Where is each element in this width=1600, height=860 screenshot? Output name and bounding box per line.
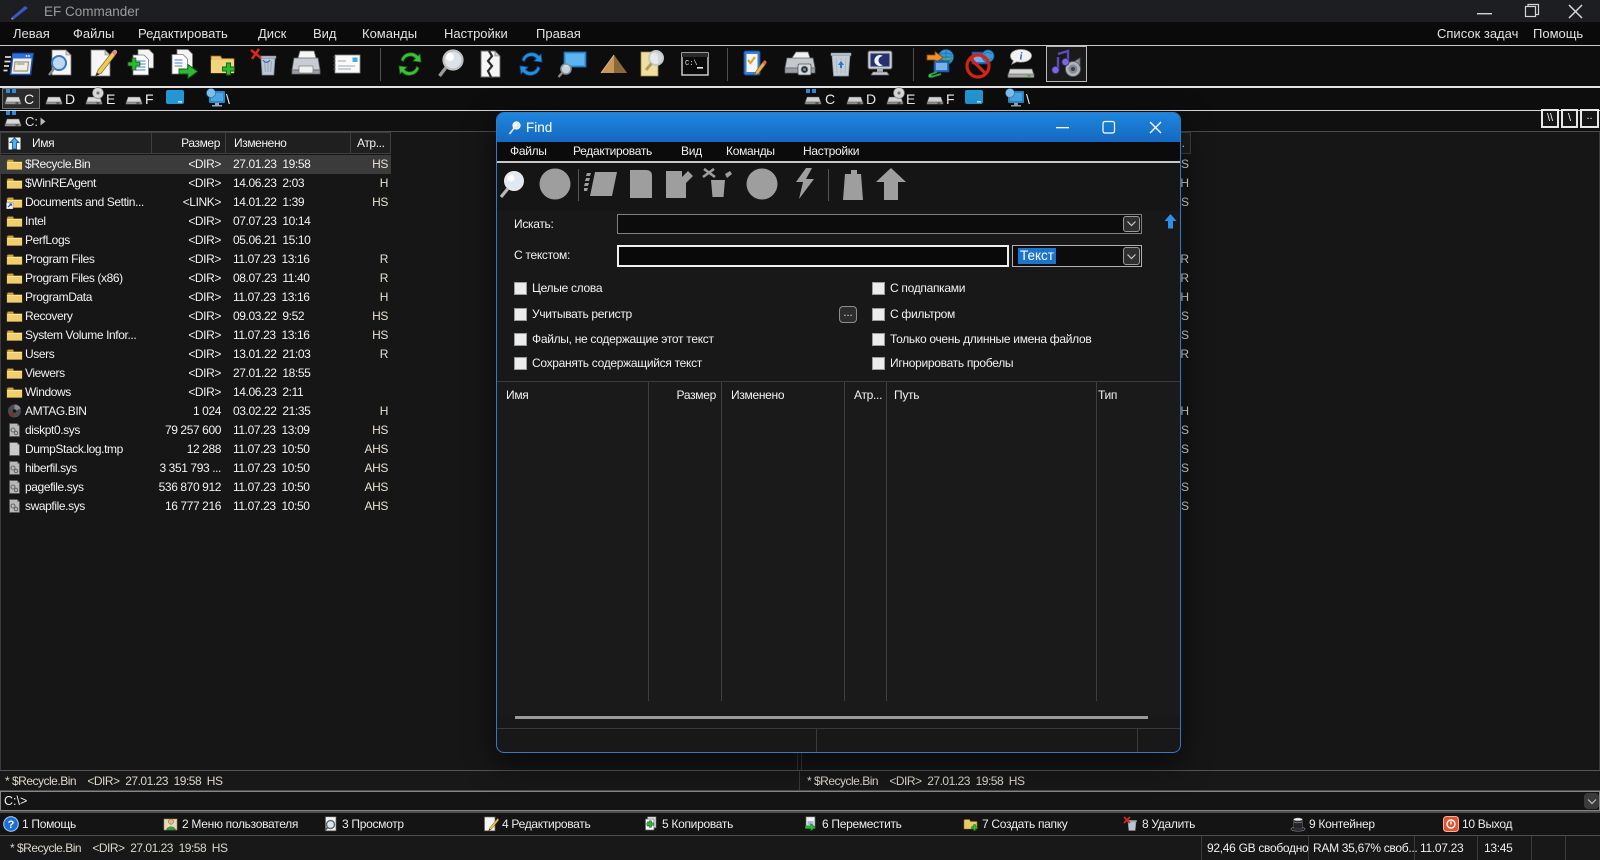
svg-text:C:\: C:\ bbox=[685, 60, 698, 68]
